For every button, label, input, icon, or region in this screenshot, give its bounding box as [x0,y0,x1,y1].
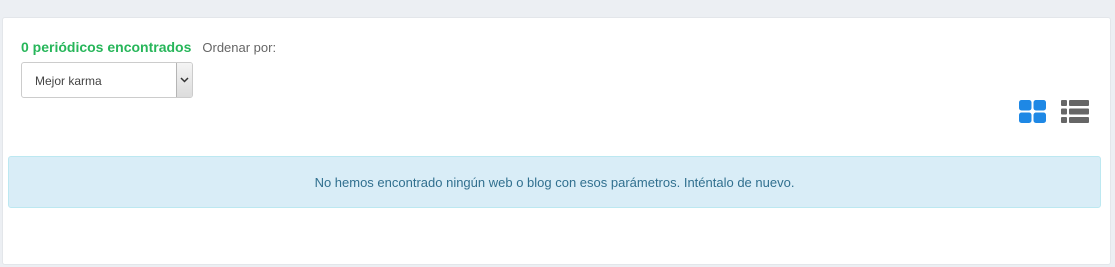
results-count: 0 periódicos encontrados [21,39,192,55]
sort-select-value: Mejor karma [35,74,102,88]
results-panel: 0 periódicos encontrados Ordenar por: Me… [2,17,1111,265]
list-view-icon[interactable] [1061,100,1089,124]
empty-results-message: No hemos encontrado ningún web o blog co… [314,174,795,190]
results-header: 0 periódicos encontrados Ordenar por: [21,39,276,55]
sort-select[interactable]: Mejor karma [21,62,193,98]
empty-results-alert: No hemos encontrado ningún web o blog co… [8,156,1101,208]
chevron-down-icon[interactable] [176,63,192,97]
order-by-label: Ordenar por: [202,40,277,55]
grid-view-icon[interactable] [1019,100,1047,124]
